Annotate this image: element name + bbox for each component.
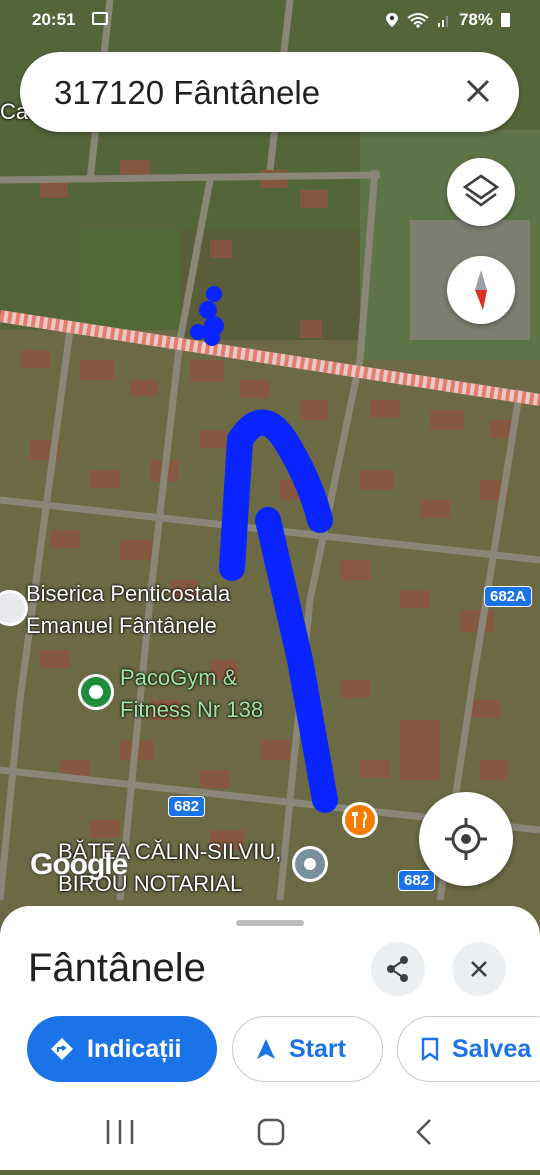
search-bar[interactable]: 317120 Fântânele xyxy=(20,52,519,132)
save-button[interactable]: Salvea xyxy=(397,1016,540,1082)
start-button[interactable]: Start xyxy=(232,1016,383,1082)
layers-icon xyxy=(462,174,500,207)
share-icon xyxy=(387,956,408,982)
bookmark-icon xyxy=(421,1037,439,1061)
gym-dot-icon xyxy=(89,685,103,699)
start-label: Start xyxy=(289,1034,346,1063)
wifi-icon xyxy=(407,13,429,28)
place-dot-icon xyxy=(304,858,316,870)
close-sheet-button[interactable] xyxy=(452,942,506,996)
gallery-notification-icon xyxy=(92,12,108,25)
layers-button[interactable] xyxy=(447,158,515,226)
directions-label: Indicații xyxy=(87,1034,182,1063)
battery-icon xyxy=(501,13,510,27)
road-badge-682a: 682A xyxy=(484,586,532,607)
restaurant-pin[interactable] xyxy=(342,802,378,838)
recent-apps-icon xyxy=(106,1120,134,1144)
home-icon xyxy=(257,1118,285,1146)
gym-label[interactable]: PacoGym & Fitness Nr 138 xyxy=(120,662,263,726)
gym-pin[interactable] xyxy=(78,674,114,710)
clear-search-button[interactable] xyxy=(459,72,497,110)
battery-percent: 78% xyxy=(458,10,493,29)
navigation-arrow-icon xyxy=(257,1039,275,1059)
church-label[interactable]: Biserica Penticostala Emanuel Fântânele xyxy=(26,578,230,642)
share-button[interactable] xyxy=(371,942,425,996)
back-icon xyxy=(416,1119,431,1145)
directions-icon xyxy=(51,1038,73,1060)
search-query[interactable]: 317120 Fântânele xyxy=(54,74,320,112)
save-label: Salvea xyxy=(452,1034,532,1063)
my-location-icon xyxy=(445,818,487,860)
drag-handle[interactable] xyxy=(236,920,304,926)
notary-pin[interactable] xyxy=(292,846,328,882)
road-badge-682: 682 xyxy=(168,796,206,817)
compass-button[interactable] xyxy=(447,256,515,324)
close-icon xyxy=(471,961,487,977)
place-title: Fântânele xyxy=(28,946,206,990)
directions-button[interactable]: Indicații xyxy=(27,1016,217,1082)
signal-icon xyxy=(437,16,448,27)
fork-knife-icon xyxy=(352,811,367,828)
google-attribution: Google xyxy=(30,848,128,881)
my-location-button[interactable] xyxy=(419,792,513,886)
system-nav-bar xyxy=(0,1096,540,1170)
close-icon xyxy=(466,79,490,103)
status-time: 20:51 xyxy=(32,10,76,29)
compass-icon xyxy=(475,270,487,310)
status-bar: 20:51 78% xyxy=(0,0,540,42)
location-icon xyxy=(385,13,398,27)
